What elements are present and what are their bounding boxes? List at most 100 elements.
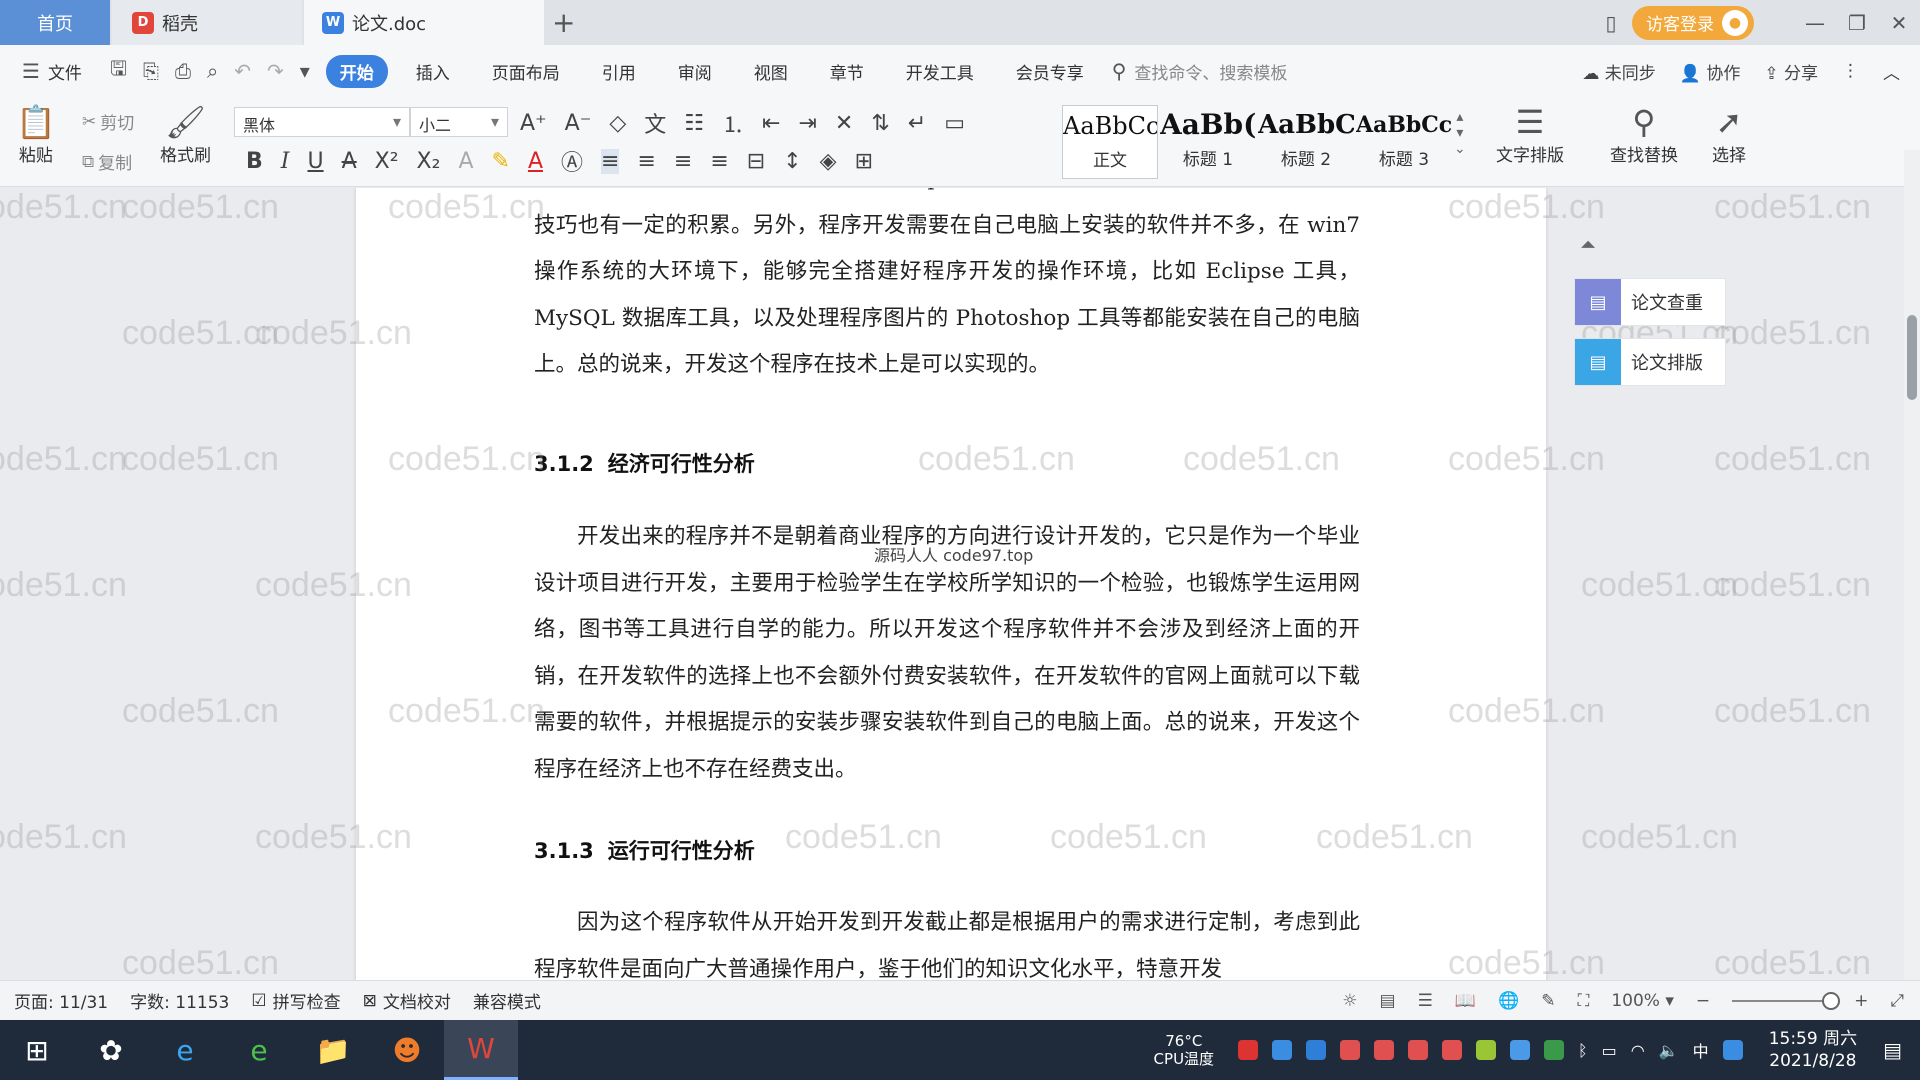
tray-app-icon[interactable]: [1408, 1040, 1429, 1060]
wps-app-icon[interactable]: W: [444, 1020, 518, 1080]
new-tab-button[interactable]: +: [552, 6, 575, 39]
word-count[interactable]: 字数: 11153: [130, 988, 229, 1013]
style-heading-1[interactable]: AaBb( 标题 1: [1160, 105, 1256, 179]
numbered-list-icon[interactable]: ⒈: [722, 107, 744, 139]
game-app-icon[interactable]: ☻: [370, 1020, 444, 1080]
heading-3-1-3[interactable]: 3.1.3 运行可行性分析: [534, 835, 755, 865]
ime-indicator[interactable]: 中: [1693, 1038, 1709, 1062]
outline-view-icon[interactable]: ☰: [1418, 991, 1433, 1011]
save-icon[interactable]: 🖫: [110, 54, 127, 88]
underline-icon[interactable]: U: [307, 149, 323, 174]
fit-page-icon[interactable]: ⛶: [1577, 991, 1589, 1011]
zoom-slider[interactable]: [1732, 992, 1841, 1010]
clear-format-icon[interactable]: ◇: [609, 111, 626, 136]
table-border-icon[interactable]: ▭: [944, 111, 965, 136]
align-right-icon[interactable]: ≡: [674, 149, 692, 174]
proofread-button[interactable]: ⊠ 文档校对: [363, 988, 451, 1014]
document-page[interactable]: 的程序开发方面的设计作品，所以对 Eclipse 工具的使用比较熟练，对于数据库…: [356, 188, 1546, 980]
hamburger-icon[interactable]: ☰: [22, 59, 40, 83]
fullscreen-icon[interactable]: ⤢: [1890, 991, 1904, 1011]
vertical-scrollbar[interactable]: [1904, 150, 1920, 980]
print-icon[interactable]: ⎙: [175, 59, 191, 83]
shield-icon[interactable]: [1306, 1040, 1327, 1060]
unsynced-button[interactable]: ☁ 未同步: [1582, 59, 1655, 84]
zoom-out-icon[interactable]: −: [1696, 991, 1710, 1011]
borders-icon[interactable]: ⊞: [855, 149, 873, 174]
zoom-in-icon[interactable]: +: [1854, 991, 1868, 1011]
layout-toggle-icon[interactable]: ▯: [1590, 11, 1632, 35]
style-heading-3[interactable]: AaBbCcl 标题 3: [1356, 105, 1452, 179]
paste-button[interactable]: 📋 粘贴: [16, 103, 56, 166]
zoom-level[interactable]: 100% ▾: [1611, 991, 1674, 1011]
eye-protection-icon[interactable]: ☼: [1342, 991, 1357, 1011]
menu-insert[interactable]: 插入: [402, 55, 464, 88]
justify-icon[interactable]: ≡: [710, 149, 728, 174]
shading-icon[interactable]: ◈: [820, 149, 837, 174]
battery-icon[interactable]: ▭: [1602, 1041, 1617, 1060]
find-replace-button[interactable]: ⚲ 查找替换: [1610, 103, 1678, 166]
cut-button[interactable]: ✂ 剪切: [82, 109, 134, 135]
tray-app-icon[interactable]: [1442, 1040, 1463, 1060]
format-painter-button[interactable]: 🖌 格式刷: [160, 103, 211, 166]
line-spacing-icon[interactable]: ↕: [783, 149, 801, 174]
italic-icon[interactable]: I: [281, 149, 290, 174]
font-family-select[interactable]: 黑体 ▾: [234, 107, 410, 137]
menu-view[interactable]: 视图: [740, 55, 802, 88]
bold-icon[interactable]: B: [246, 149, 263, 174]
tray-app-icon[interactable]: [1340, 1040, 1361, 1060]
tray-app-icon[interactable]: [1238, 1040, 1259, 1060]
menu-file[interactable]: 文件: [48, 55, 96, 88]
windows-start-icon[interactable]: ⊞: [0, 1020, 74, 1080]
pinyin-icon[interactable]: 文: [644, 107, 666, 139]
qq-icon[interactable]: [1722, 1040, 1743, 1060]
font-size-select[interactable]: 小二 ▾: [410, 107, 508, 137]
align-center-icon[interactable]: ≡: [637, 149, 655, 174]
tab-daoke[interactable]: D 稻壳: [112, 0, 302, 45]
page-indicator[interactable]: 页面: 11/31: [14, 988, 108, 1013]
styles-scroll[interactable]: ▴ ▾ ⌄: [1454, 109, 1466, 157]
page-view-icon[interactable]: ▤: [1380, 991, 1396, 1011]
tray-app-icon[interactable]: [1374, 1040, 1395, 1060]
scrollbar-thumb[interactable]: [1907, 315, 1917, 400]
export-icon[interactable]: ⎘: [143, 59, 159, 83]
menu-references[interactable]: 引用: [588, 55, 650, 88]
collapse-ribbon-icon[interactable]: ︿: [1883, 59, 1900, 84]
style-normal[interactable]: AaBbCcI 正文: [1062, 105, 1158, 179]
file-explorer-icon[interactable]: 📁: [296, 1020, 370, 1080]
zoom-slider-knob[interactable]: [1822, 992, 1841, 1010]
reading-view-icon[interactable]: 📖: [1455, 991, 1476, 1011]
clock[interactable]: 15:59 周六 2021/8/28: [1769, 1028, 1857, 1072]
restore-icon[interactable]: ❐: [1836, 11, 1878, 35]
tray-app-icon[interactable]: [1510, 1040, 1531, 1060]
distribute-icon[interactable]: ⊟: [747, 149, 765, 174]
bluetooth-icon[interactable]: ᛒ: [1578, 1041, 1588, 1060]
strikethrough-icon[interactable]: A: [342, 149, 357, 174]
indent-icon[interactable]: ⇥: [798, 111, 816, 136]
thesis-check-button[interactable]: ▤ 论文查重: [1574, 278, 1726, 326]
tab-document[interactable]: W 论文.doc: [304, 0, 544, 45]
collab-button[interactable]: 👤 协作: [1680, 59, 1741, 84]
minimize-icon[interactable]: —: [1794, 11, 1836, 35]
text-effect-icon[interactable]: A: [458, 149, 473, 174]
menu-member[interactable]: 会员专享: [1002, 55, 1098, 88]
volume-icon[interactable]: 🔈: [1659, 1041, 1679, 1060]
guest-login-button[interactable]: 访客登录 ●: [1632, 5, 1754, 40]
browser-360-icon[interactable]: e: [222, 1020, 296, 1080]
subscript-icon[interactable]: X₂: [417, 149, 441, 174]
superscript-icon[interactable]: X²: [375, 149, 399, 174]
paragraph-technical[interactable]: 的程序开发方面的设计作品，所以对 Eclipse 工具的使用比较熟练，对于数据库…: [534, 188, 1360, 389]
notification-icon[interactable]: ▤: [1883, 1038, 1902, 1062]
tray-app-icon[interactable]: [1272, 1040, 1293, 1060]
heading-3-1-2[interactable]: 3.1.2 经济可行性分析: [534, 448, 755, 478]
undo-icon[interactable]: ↶: [234, 59, 251, 83]
collapse-panel-icon[interactable]: ⏶: [1580, 232, 1596, 256]
close-icon[interactable]: ✕: [1878, 11, 1920, 35]
more-options-icon[interactable]: ⋮: [1842, 61, 1859, 81]
chinese-layout-icon[interactable]: ✕: [835, 111, 853, 136]
ie-browser-icon[interactable]: e: [148, 1020, 222, 1080]
pen-icon[interactable]: ✎: [1541, 991, 1555, 1011]
sort-icon[interactable]: ⇅: [871, 111, 889, 136]
spell-check-button[interactable]: ☑ 拼写检查: [251, 988, 340, 1014]
menu-start[interactable]: 开始: [325, 54, 388, 88]
show-marks-icon[interactable]: ↵: [908, 111, 926, 136]
